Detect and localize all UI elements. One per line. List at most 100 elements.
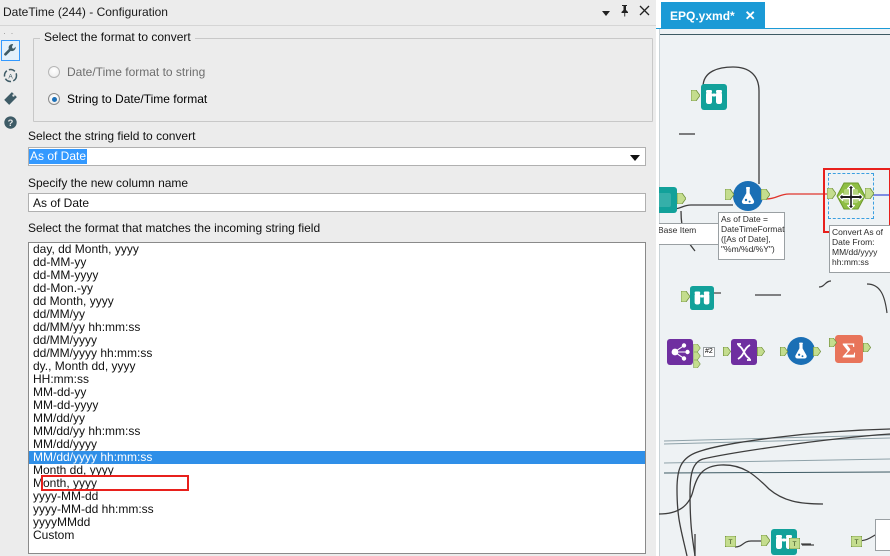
format-list-item[interactable]: day, dd Month, yyyy	[29, 243, 645, 256]
new-column-value: As of Date	[33, 196, 90, 210]
port-number-label: #2	[703, 347, 715, 357]
workflow-canvas[interactable]: Base Item As of Date = DateTimeFormat ([…	[659, 29, 890, 556]
annotation-base-item[interactable]: Base Item	[659, 223, 721, 245]
transpose-icon	[731, 339, 757, 365]
formula-flask-icon	[787, 337, 815, 365]
format-list-item[interactable]: yyyyMMdd	[29, 516, 645, 529]
join-multiple-icon	[667, 339, 693, 365]
config-content: Select the format to convert Date/Time f…	[20, 26, 656, 556]
string-field-label: Select the string field to convert	[28, 129, 196, 143]
panel-titlebar: DateTime (244) - Configuration	[0, 0, 656, 26]
workflow-tabstrip: EPQ.yxmd* ✕	[656, 0, 890, 29]
format-list-item[interactable]: dd/MM/yy hh:mm:ss	[29, 321, 645, 334]
node-summarize[interactable]: Σ	[835, 335, 863, 366]
format-list-item[interactable]: Month dd, yyyy	[29, 464, 645, 477]
panel-icon-rail: · · · A ?	[0, 26, 20, 556]
new-column-label: Specify the new column name	[28, 176, 189, 190]
port-out-input-left	[676, 192, 687, 207]
format-list-item[interactable]: dd-Mon.-yy	[29, 282, 645, 295]
svg-text:T: T	[855, 539, 859, 546]
close-icon[interactable]	[639, 5, 650, 16]
annotation-datetime-text: Convert As of Date From: MM/dd/yyyy hh:m…	[832, 227, 884, 267]
node-transpose[interactable]	[731, 339, 757, 368]
svg-text:T: T	[793, 541, 797, 548]
tab-close-icon[interactable]: ✕	[745, 8, 756, 24]
tag-icon	[3, 91, 17, 105]
format-list-item[interactable]: dd-MM-yy	[29, 256, 645, 269]
string-field-value: As of Date	[29, 149, 88, 164]
port-in-browse-lower	[760, 534, 771, 549]
node-formula-2[interactable]	[787, 337, 815, 368]
radio-label-datetime-to-string: Date/Time format to string	[67, 65, 206, 79]
radio-label-string-to-datetime: String to Date/Time format	[67, 92, 208, 106]
node-browse-left[interactable]	[690, 286, 714, 313]
svg-text:?: ?	[7, 117, 13, 127]
radio-datetime-to-string[interactable]: Date/Time format to string	[48, 65, 205, 79]
radio-button-selected[interactable]	[48, 93, 60, 105]
format-to-convert-group	[33, 38, 653, 122]
tab-epq-yxmd[interactable]: EPQ.yxmd* ✕	[661, 2, 765, 29]
port-out-datetime	[864, 187, 875, 202]
workflow-canvas-panel: EPQ.yxmd* ✕ Base Item As of Date = DateT…	[656, 0, 890, 556]
port-out-join-3	[693, 357, 701, 371]
annotation-circle-icon: A	[3, 68, 17, 82]
node-join-multiple[interactable]	[667, 339, 693, 368]
panel-title: DateTime (244) - Configuration	[3, 5, 168, 19]
port-in-formula-2	[779, 345, 789, 359]
format-list-item[interactable]: dd-MM-yyyy	[29, 269, 645, 282]
annotation-base-item-text: Base Item	[659, 225, 697, 235]
port-out-formula-2	[812, 345, 822, 359]
new-column-input[interactable]: As of Date	[28, 193, 646, 212]
port-in-transpose	[722, 345, 732, 359]
port-in-browse-left	[680, 290, 691, 305]
sidebar-item-configuration[interactable]	[1, 40, 20, 61]
format-list-item[interactable]: MM/dd/yyyy hh:mm:ss	[29, 451, 645, 464]
svg-text:T: T	[729, 539, 733, 546]
tab-label: EPQ.yxmd*	[670, 8, 735, 23]
string-field-select[interactable]: As of Date	[28, 147, 646, 166]
question-mark-icon: ?	[3, 115, 17, 129]
sidebar-item-label[interactable]	[1, 89, 19, 107]
svg-text:Σ: Σ	[842, 339, 856, 363]
chevron-down-icon[interactable]	[630, 155, 640, 161]
port-in-formula	[724, 188, 735, 203]
sidebar-item-help[interactable]: ?	[1, 113, 19, 131]
format-list-item[interactable]: Custom	[29, 529, 645, 542]
format-list-item[interactable]: MM/dd/yy hh:mm:ss	[29, 425, 645, 438]
group-title: Select the format to convert	[40, 30, 195, 44]
format-listbox[interactable]: day, dd Month, yyyy dd-MM-yy dd-MM-yyyy dd-…	[28, 242, 646, 554]
wrench-icon	[4, 44, 16, 56]
browse-binoculars-icon	[701, 84, 727, 110]
format-list-item[interactable]: dd Month, yyyy	[29, 295, 645, 308]
port-in-summarize	[828, 336, 838, 350]
annotation-datetime[interactable]: Convert As of Date From: MM/dd/yyyy hh:m…	[829, 225, 890, 273]
radio-button-unselected[interactable]	[48, 66, 60, 78]
annotation-formula[interactable]: As of Date = DateTimeFormat ([As of Date…	[718, 212, 785, 260]
node-input-left[interactable]	[659, 187, 677, 216]
port-select-3-t: T	[850, 535, 863, 550]
connector-arrow	[802, 544, 814, 546]
radio-string-to-datetime[interactable]: String to Date/Time format	[48, 92, 207, 106]
annotation-partial-right	[875, 519, 890, 551]
format-list-item[interactable]: dy., Month dd, yyyy	[29, 360, 645, 373]
format-list-item[interactable]: HH:mm:ss	[29, 373, 645, 386]
browse-binoculars-icon	[690, 286, 714, 310]
app-root: DateTime (244) - Configuration · · ·	[0, 0, 890, 556]
port-select-1-t: T	[724, 535, 737, 550]
format-list-item[interactable]: MM-dd-yy	[29, 386, 645, 399]
svg-text:A: A	[8, 73, 13, 80]
format-list-item[interactable]: yyyy-MM-dd hh:mm:ss	[29, 503, 645, 516]
move-cursor-icon	[838, 184, 864, 213]
format-list-item[interactable]: Month, yyyy	[29, 477, 645, 490]
sidebar-item-annotation[interactable]: A	[1, 66, 19, 84]
format-list-item[interactable]: MM-dd-yyyy	[29, 399, 645, 412]
node-formula[interactable]	[733, 181, 763, 214]
configuration-panel: DateTime (244) - Configuration · · ·	[0, 0, 656, 556]
pin-icon[interactable]	[619, 4, 630, 17]
port-select-2-t: T	[788, 537, 801, 552]
port-out-summarize	[862, 341, 872, 355]
annotation-formula-text: As of Date = DateTimeFormat ([As of Date…	[721, 214, 785, 254]
caret-down-icon[interactable]	[602, 10, 610, 16]
node-browse-top[interactable]	[701, 84, 727, 113]
summarize-sigma-icon: Σ	[835, 335, 863, 363]
